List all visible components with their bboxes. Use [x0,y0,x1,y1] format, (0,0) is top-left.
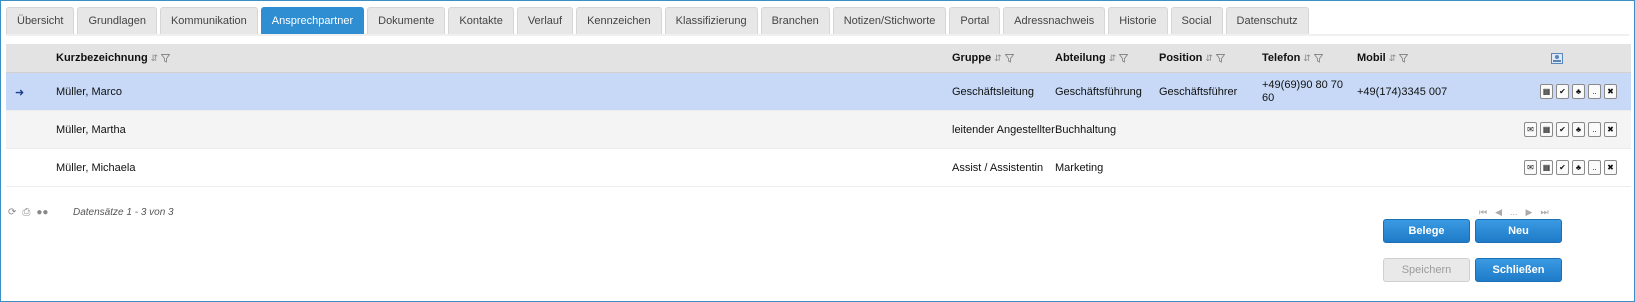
close-icon[interactable]: ✖ [1604,160,1617,175]
belege-button[interactable]: Belege [1383,219,1470,243]
close-icon[interactable]: ✖ [1604,84,1617,99]
close-icon[interactable]: ✖ [1604,122,1617,137]
schliessen-button[interactable]: Schließen [1475,258,1562,282]
prev-page-icon[interactable]: ◀ [1495,207,1502,218]
cell-gruppe: Assist / Assistentin [952,161,1044,174]
filter-icon[interactable] [1119,54,1129,63]
tab-portal[interactable]: Portal [949,7,1001,34]
sort-icon[interactable]: ⇵ [1109,44,1117,73]
row-actions: ✉ ▦ ✔ ♣ .. ✖ [1524,160,1617,175]
cell-mobil: +49(174)3345 007 [1357,85,1448,98]
col-telefon[interactable]: Telefon ⇵ [1262,44,1323,73]
tab-branchen[interactable]: Branchen [760,7,830,34]
print-icon[interactable]: ⎙ [22,207,30,218]
cell-kurzbezeichnung: Müller, Marco [56,85,123,98]
cell-kurzbezeichnung: Müller, Michaela [56,161,136,174]
col-gruppe-label: Gruppe [952,52,992,64]
next-page-icon[interactable]: ▶ [1526,207,1533,218]
cell-telefon: +49(69)90 80 70 60 [1262,79,1344,104]
filter-icon[interactable] [161,54,171,63]
record-info: Datensätze 1 - 3 von 3 [73,207,174,218]
sort-icon[interactable]: ⇵ [1205,44,1213,73]
check-icon[interactable]: ✔ [1556,84,1569,99]
neu-button[interactable]: Neu [1475,219,1562,243]
column-chooser-icon[interactable] [1551,53,1563,64]
col-position[interactable]: Position ⇵ [1159,44,1225,73]
col-abteilung[interactable]: Abteilung ⇵ [1055,44,1129,73]
tab-klassifizierung[interactable]: Klassifizierung [664,7,758,34]
more-icon[interactable]: .. [1588,160,1601,175]
group-icon[interactable]: ♣ [1572,160,1585,175]
table-row[interactable]: Müller, Martha leitender Angestellter Bu… [6,111,1631,149]
arrow-right-icon: ➜ [15,87,25,99]
group-icon[interactable]: ♣ [1572,122,1585,137]
cell-abteilung: Buchhaltung [1055,123,1117,136]
cell-position: Geschäftsführer [1159,85,1238,98]
col-kurzbezeichnung[interactable]: Kurzbezeichnung ⇵ [56,44,171,73]
pager-ellipsis: ... [1510,207,1518,217]
cell-abteilung: Geschäftsführung [1055,85,1142,98]
table-row[interactable]: Müller, Michaela Assist / Assistentin Ma… [6,149,1631,187]
tab-social[interactable]: Social [1170,7,1223,34]
col-abteilung-label: Abteilung [1055,52,1106,64]
tab-kontakte[interactable]: Kontakte [448,7,514,34]
last-page-icon[interactable]: ⏭ [1540,207,1548,218]
tab-verlauf[interactable]: Verlauf [516,7,574,34]
mail-icon[interactable]: ✉ [1524,160,1537,175]
tab-grundlagen[interactable]: Grundlagen [77,7,157,34]
col-gruppe[interactable]: Gruppe ⇵ [952,44,1014,73]
col-mobil-label: Mobil [1357,52,1386,64]
check-icon[interactable]: ✔ [1556,160,1569,175]
row-actions: ▦ ✔ ♣ .. ✖ [1540,84,1617,99]
calendar-icon[interactable]: ▦ [1540,160,1553,175]
calendar-icon[interactable]: ▦ [1540,84,1553,99]
first-page-icon[interactable]: ⏮ [1479,207,1487,218]
tab-bar: Übersicht Grundlagen Kommunikation Anspr… [6,7,1309,34]
contacts-grid: Kurzbezeichnung ⇵ Gruppe ⇵ Abteilung ⇵ P… [6,44,1631,187]
tab-ansprechpartner[interactable]: Ansprechpartner [260,7,365,34]
filter-icon[interactable] [1399,54,1409,63]
tab-notizen[interactable]: Notizen/Stichworte [832,7,947,34]
tab-kommunikation[interactable]: Kommunikation [159,7,258,34]
more-icon[interactable]: .. [1588,122,1601,137]
col-position-label: Position [1159,52,1203,64]
tab-divider [6,34,1629,36]
tab-kennzeichen[interactable]: Kennzeichen [576,7,662,34]
sort-icon[interactable]: ⇵ [994,44,1002,73]
filter-icon[interactable] [1004,54,1014,63]
cell-gruppe: leitender Angestellter [952,123,1055,136]
dialog-frame: Übersicht Grundlagen Kommunikation Anspr… [0,0,1635,302]
tab-datenschutz[interactable]: Datenschutz [1225,7,1309,34]
cell-gruppe: Geschäftsleitung [952,85,1034,98]
cell-abteilung: Marketing [1055,161,1104,174]
sort-icon[interactable]: ⇵ [151,44,159,73]
grid-footer-tools: ⟳ ⎙ ●● [8,207,48,218]
tab-uebersicht[interactable]: Übersicht [6,7,75,34]
more-icon[interactable]: .. [1588,84,1601,99]
grid-header: Kurzbezeichnung ⇵ Gruppe ⇵ Abteilung ⇵ P… [6,44,1631,73]
cell-kurzbezeichnung: Müller, Martha [56,123,126,136]
pager: ⏮ ◀ ... ▶ ⏭ [1479,207,1549,218]
table-row[interactable]: ➜ Müller, Marco Geschäftsleitung Geschäf… [6,73,1631,111]
group-icon[interactable]: ♣ [1572,84,1585,99]
tab-adressnachweis[interactable]: Adressnachweis [1003,7,1106,34]
col-kurzbezeichnung-label: Kurzbezeichnung [56,52,148,64]
refresh-icon[interactable]: ⟳ [8,207,16,218]
col-telefon-label: Telefon [1262,52,1301,64]
tab-historie[interactable]: Historie [1108,7,1168,34]
speichern-button[interactable]: Speichern [1383,258,1470,282]
sort-icon[interactable]: ⇵ [1389,44,1397,73]
filter-icon[interactable] [1313,54,1323,63]
users-icon[interactable]: ●● [36,207,48,218]
sort-icon[interactable]: ⇵ [1303,44,1311,73]
check-icon[interactable]: ✔ [1556,122,1569,137]
col-mobil[interactable]: Mobil ⇵ [1357,44,1409,73]
calendar-icon[interactable]: ▦ [1540,122,1553,137]
tab-dokumente[interactable]: Dokumente [367,7,446,34]
mail-icon[interactable]: ✉ [1524,122,1537,137]
row-actions: ✉ ▦ ✔ ♣ .. ✖ [1524,122,1617,137]
filter-icon[interactable] [1215,54,1225,63]
